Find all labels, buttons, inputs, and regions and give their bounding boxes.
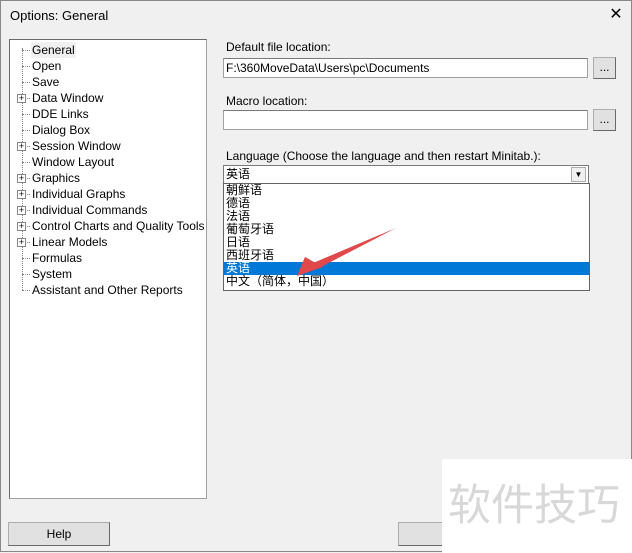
help-button[interactable]: Help xyxy=(8,522,110,546)
watermark: 软件技巧 xyxy=(442,459,632,553)
arrow-head xyxy=(297,257,323,276)
arrow-shaft xyxy=(313,228,396,269)
